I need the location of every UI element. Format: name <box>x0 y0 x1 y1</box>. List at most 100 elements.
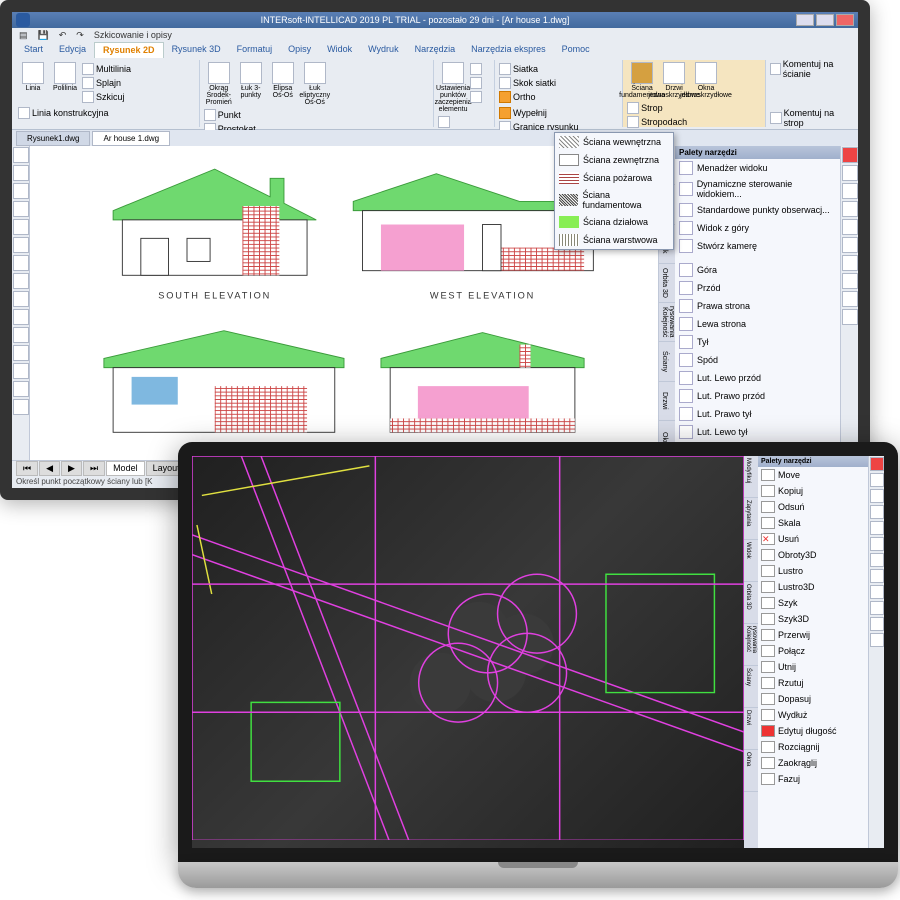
minimize-button[interactable] <box>796 14 814 26</box>
map-canvas[interactable] <box>192 456 744 848</box>
wall-option[interactable]: Ściana fundamentowa <box>555 187 673 213</box>
panel-tab[interactable]: Kolejność rysowania <box>744 624 758 666</box>
qat-icon[interactable]: ↷ <box>73 30 87 41</box>
tool-rozciagnij[interactable]: Rozciągnij <box>758 739 868 755</box>
wall-option[interactable]: Ściana działowa <box>555 213 673 231</box>
qat-icon[interactable]: ▤ <box>16 30 31 41</box>
rtool-icon[interactable] <box>870 505 884 519</box>
stdview-item[interactable]: Lewa strona <box>675 315 840 333</box>
btn-komentuj-sciana[interactable]: Komentuj na ścianie <box>770 62 852 76</box>
ltool-icon[interactable] <box>13 399 29 415</box>
close-button[interactable] <box>836 14 854 26</box>
menu-narzedzia-ekspres[interactable]: Narzędzia ekspres <box>463 42 554 58</box>
view-item[interactable]: Menadżer widoku <box>675 159 840 177</box>
wall-option[interactable]: Ściana zewnętrzna <box>555 151 673 169</box>
ltool-icon[interactable] <box>13 327 29 343</box>
menu-opisy[interactable]: Opisy <box>280 42 319 58</box>
tool-linia-konstrukcyjna[interactable]: Linia konstrukcyjna <box>18 106 109 120</box>
panel-tab[interactable]: Drzwi <box>744 708 758 750</box>
tool-usun[interactable]: ✕Usuń <box>758 531 868 547</box>
tool-fazuj[interactable]: Fazuj <box>758 771 868 787</box>
menu-rysunek-3d[interactable]: Rysunek 3D <box>164 42 229 58</box>
ltool-icon[interactable] <box>13 381 29 397</box>
stdview-item[interactable]: Lut. Lewo przód <box>675 369 840 387</box>
tool-polilinia[interactable]: Polilinia <box>50 62 80 92</box>
tool-zaokraglij[interactable]: Zaokrąglij <box>758 755 868 771</box>
tool-obroty3d[interactable]: Obroty3D <box>758 547 868 563</box>
tool-kopiuj[interactable]: Kopiuj <box>758 483 868 499</box>
stdview-item[interactable]: Góra <box>675 261 840 279</box>
rtool-icon[interactable] <box>842 219 858 235</box>
stdview-item[interactable]: Lut. Lewo tył <box>675 423 840 441</box>
toggle-siatka[interactable]: Siatka <box>499 62 556 76</box>
view-item[interactable]: Widok z góry <box>675 219 840 237</box>
tool-stropodach[interactable]: Stropodach <box>627 115 687 129</box>
rtool-icon[interactable] <box>870 617 884 631</box>
view-item[interactable]: Standardowe punkty obserwacj... <box>675 201 840 219</box>
ltool-icon[interactable] <box>13 201 29 217</box>
tool-okrag[interactable]: Okrąg Środek-Promień <box>204 62 234 106</box>
menu-narzedzia[interactable]: Narzędzia <box>407 42 464 58</box>
rtool-icon[interactable] <box>870 585 884 599</box>
menu-rysunek-2d[interactable]: Rysunek 2D <box>94 42 164 58</box>
rtool-icon[interactable] <box>870 457 884 471</box>
panel-tab[interactable]: Kolejność rysowania <box>659 303 675 342</box>
rtool-icon[interactable] <box>870 473 884 487</box>
ltool-icon[interactable] <box>13 219 29 235</box>
nav-next[interactable]: ▶ <box>61 461 82 476</box>
tool-move[interactable]: Move <box>758 467 868 483</box>
tool-szyk[interactable]: Szyk <box>758 595 868 611</box>
tool-luk-eliptyczny[interactable]: Łuk eliptyczny Oś-Oś <box>300 62 330 106</box>
ltool-icon[interactable] <box>13 345 29 361</box>
tool-lustro[interactable]: Lustro <box>758 563 868 579</box>
toggle-skok-siatki[interactable]: Skok siatki <box>499 76 556 90</box>
ltool-icon[interactable] <box>13 273 29 289</box>
tool-odsun[interactable]: Odsuń <box>758 499 868 515</box>
ltool-icon[interactable] <box>13 363 29 379</box>
panel-tab[interactable]: Widok <box>744 540 758 582</box>
view-item[interactable]: Stwórz kamerę <box>675 237 840 255</box>
menu-wydruk[interactable]: Wydruk <box>360 42 406 58</box>
tool-wydluz[interactable]: Wydłuż <box>758 707 868 723</box>
rtool-icon[interactable] <box>842 147 858 163</box>
panel-tab[interactable]: Zapytania <box>744 498 758 540</box>
tool-skala[interactable]: Skala <box>758 515 868 531</box>
ltool-icon[interactable] <box>13 309 29 325</box>
menu-widok[interactable]: Widok <box>319 42 360 58</box>
menu-pomoc[interactable]: Pomoc <box>554 42 598 58</box>
rtool-icon[interactable] <box>870 537 884 551</box>
qat-icon[interactable]: 💾 <box>35 30 52 41</box>
tool-snap-settings[interactable]: Ustawienia punktów zaczepienia elementu <box>438 62 468 113</box>
rtool-icon[interactable] <box>870 521 884 535</box>
panel-tab[interactable]: Modyfikuj <box>744 456 758 498</box>
btn-komentuj-strop[interactable]: Komentuj na strop <box>770 111 852 125</box>
menu-start[interactable]: Start <box>16 42 51 58</box>
tool-elipsa[interactable]: Elipsa Oś-Oś <box>268 62 298 99</box>
menu-edycja[interactable]: Edycja <box>51 42 94 58</box>
ltool-icon[interactable] <box>13 147 29 163</box>
menu-formatuj[interactable]: Formatuj <box>229 42 281 58</box>
ltool-icon[interactable] <box>13 237 29 253</box>
rtool-icon[interactable] <box>842 183 858 199</box>
tool-edytuj-dlugosc[interactable]: Edytuj długość <box>758 723 868 739</box>
nav-prev[interactable]: ◀ <box>39 461 60 476</box>
document-tab[interactable]: Rysunek1.dwg <box>16 131 90 146</box>
panel-tab[interactable]: Drzwi <box>659 382 675 421</box>
tool-szyk3d[interactable]: Szyk3D <box>758 611 868 627</box>
rtool-icon[interactable] <box>870 601 884 615</box>
rtool-icon[interactable] <box>842 165 858 181</box>
qat-icon[interactable]: ↶ <box>56 30 70 41</box>
tool-szkicuj[interactable]: Szkicuj <box>82 90 131 104</box>
rtool-icon[interactable] <box>870 569 884 583</box>
panel-tab[interactable]: Ściany <box>744 666 758 708</box>
toggle-ortho[interactable]: Ortho <box>499 90 556 104</box>
tool-utnij[interactable]: Utnij <box>758 659 868 675</box>
document-tab[interactable]: Ar house 1.dwg <box>92 131 170 146</box>
tool-lustro3d[interactable]: Lustro3D <box>758 579 868 595</box>
panel-tab[interactable]: Ściany <box>659 342 675 381</box>
rtool-icon[interactable] <box>842 291 858 307</box>
wall-option[interactable]: Ściana pożarowa <box>555 169 673 187</box>
tool-luk[interactable]: Łuk 3-punkty <box>236 62 266 99</box>
nav-last[interactable]: ⏭ <box>83 461 105 476</box>
rtool-icon[interactable] <box>842 255 858 271</box>
